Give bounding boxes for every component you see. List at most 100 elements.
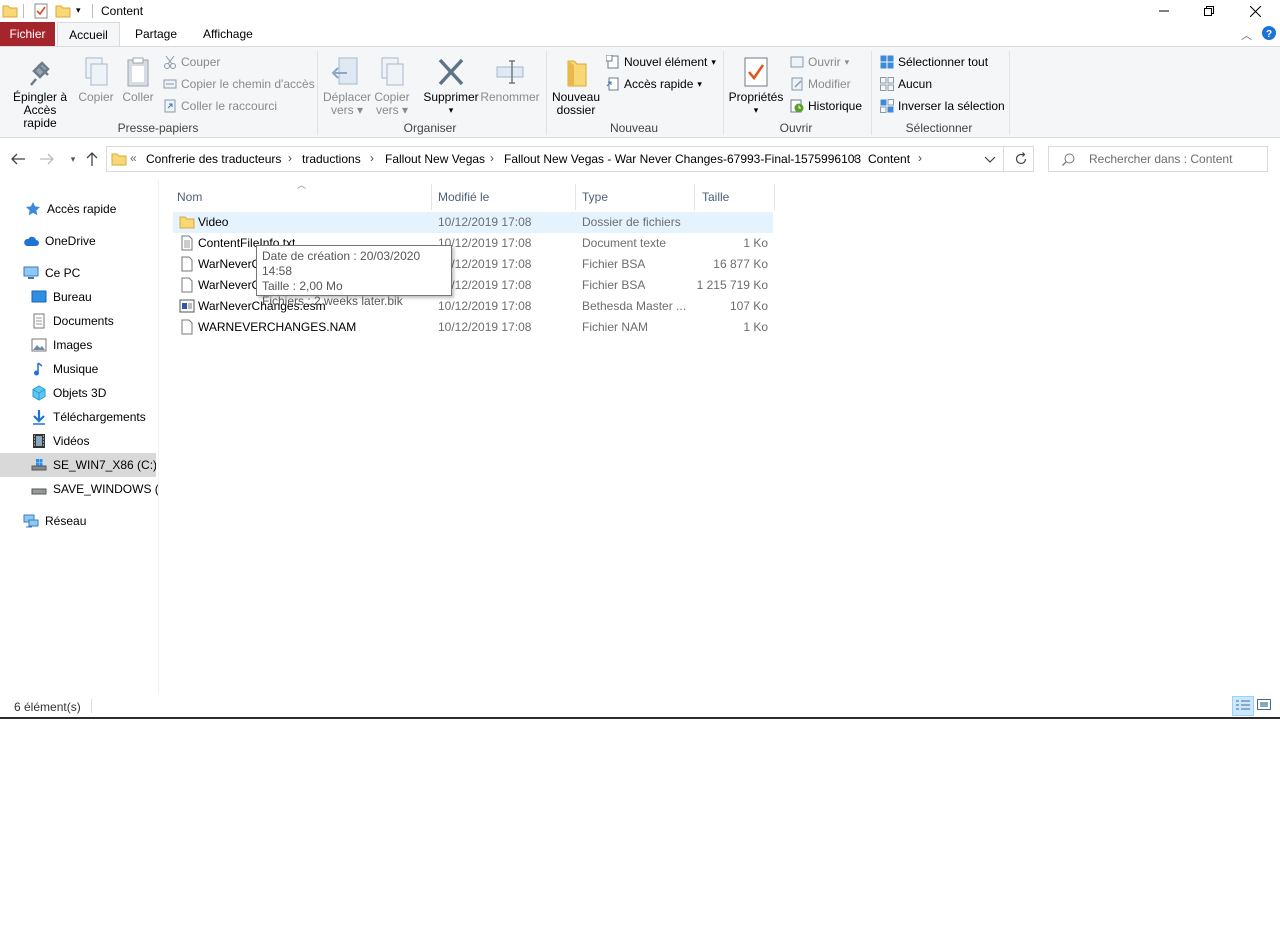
file-modified: 10/12/2019 17:08 bbox=[438, 257, 532, 271]
breadcrumb-item[interactable]: traductions bbox=[302, 152, 361, 166]
copy-path-icon bbox=[163, 77, 177, 91]
pane-splitter[interactable] bbox=[158, 180, 159, 695]
help-icon[interactable]: ? bbox=[1262, 26, 1276, 40]
rename-button[interactable]: Renommer bbox=[480, 57, 540, 104]
ribbon: Épingler à Accès rapide Copier Coller Co… bbox=[0, 46, 1280, 138]
copy-path-button[interactable]: Copier le chemin d'accès bbox=[163, 74, 315, 94]
column-header-modified[interactable]: Modifié le bbox=[431, 184, 576, 210]
search-box[interactable]: Rechercher dans : Content bbox=[1048, 146, 1268, 172]
nav-item-documents[interactable]: Documents bbox=[0, 309, 158, 333]
group-label-new: Nouveau bbox=[609, 121, 659, 135]
file-size: 1 Ko bbox=[743, 320, 768, 334]
details-view-button[interactable] bbox=[1232, 696, 1254, 716]
file-row[interactable]: WARNEVERCHANGES.NAM 10/12/2019 17:08 Fic… bbox=[173, 317, 773, 338]
address-bar[interactable]: « Confrerie des traducteurs › traduction… bbox=[106, 146, 1034, 172]
group-separator bbox=[546, 51, 547, 135]
breadcrumb-separator[interactable]: › bbox=[853, 151, 857, 165]
select-all-label: Sélectionner tout bbox=[898, 55, 989, 69]
forward-button[interactable] bbox=[38, 150, 58, 168]
recent-locations-icon[interactable]: ▾ bbox=[63, 150, 83, 168]
properties-quick-access-icon[interactable] bbox=[33, 3, 49, 19]
breadcrumb-separator[interactable]: › bbox=[288, 151, 292, 165]
address-history-chevron-icon[interactable] bbox=[984, 153, 996, 165]
nav-item-desktop[interactable]: Bureau bbox=[0, 285, 158, 309]
customize-quick-access-icon[interactable]: ▾ bbox=[76, 5, 81, 16]
star-icon bbox=[25, 201, 41, 217]
copy-button[interactable]: Copier bbox=[76, 57, 116, 104]
desktop-icon bbox=[31, 289, 47, 305]
breadcrumb-item[interactable]: Fallout New Vegas - War Never Changes-67… bbox=[504, 152, 861, 166]
nav-item-music[interactable]: Musique bbox=[0, 357, 158, 381]
tab-file[interactable]: Fichier bbox=[0, 22, 55, 46]
paste-shortcut-button[interactable]: Coller le raccourci bbox=[163, 96, 277, 116]
delete-dropdown-icon[interactable]: ▾ bbox=[422, 104, 480, 117]
delete-button[interactable]: Supprimer ▾ bbox=[422, 57, 480, 117]
divider bbox=[23, 4, 24, 18]
history-button[interactable]: Historique bbox=[790, 96, 862, 116]
file-row[interactable]: Video 10/12/2019 17:08 Dossier de fichie… bbox=[173, 212, 773, 233]
music-note-icon bbox=[31, 361, 47, 377]
cut-button[interactable]: Couper bbox=[163, 52, 220, 72]
select-none-button[interactable]: Aucun bbox=[880, 74, 932, 94]
paste-button[interactable]: Coller bbox=[118, 57, 158, 104]
pin-icon bbox=[24, 57, 56, 87]
nav-label: Documents bbox=[53, 314, 114, 328]
open-button[interactable]: Ouvrir ▾ bbox=[790, 52, 849, 72]
nav-item-quick-access[interactable]: Accès rapide bbox=[0, 197, 158, 221]
file-icon bbox=[179, 319, 195, 340]
group-label-open: Ouvrir bbox=[779, 121, 813, 135]
new-folder-button[interactable]: Nouveau dossier bbox=[551, 57, 601, 117]
nav-item-drive-e[interactable]: SAVE_WINDOWS (E: bbox=[0, 477, 158, 501]
pin-quick-access-button[interactable]: Épingler à Accès rapide bbox=[6, 57, 74, 130]
nav-item-videos[interactable]: Vidéos bbox=[0, 429, 158, 453]
column-header-size[interactable]: Taille bbox=[695, 184, 775, 210]
collapse-ribbon-icon[interactable]: ︿ bbox=[1241, 27, 1252, 43]
nav-item-onedrive[interactable]: OneDrive bbox=[0, 229, 158, 253]
edit-label: Modifier bbox=[808, 77, 851, 91]
invert-selection-button[interactable]: Inverser la sélection bbox=[880, 96, 1005, 116]
restore-button[interactable] bbox=[1186, 0, 1232, 22]
back-button[interactable] bbox=[9, 150, 29, 168]
column-header-name[interactable]: Nom bbox=[170, 184, 432, 210]
tab-home[interactable]: Accueil bbox=[57, 22, 120, 46]
refresh-icon[interactable] bbox=[1014, 152, 1028, 166]
breadcrumb-separator[interactable]: › bbox=[370, 151, 374, 165]
nav-item-downloads[interactable]: Téléchargements bbox=[0, 405, 158, 429]
copy-to-button[interactable]: Copier vers ▾ bbox=[370, 57, 414, 117]
move-to-button[interactable]: Déplacer vers ▾ bbox=[322, 57, 372, 117]
cube-icon bbox=[31, 385, 47, 401]
breadcrumb-separator[interactable]: › bbox=[490, 151, 494, 165]
nav-item-network[interactable]: Réseau bbox=[0, 509, 158, 533]
pictures-icon bbox=[31, 337, 47, 353]
minimize-button[interactable] bbox=[1141, 0, 1187, 22]
breadcrumb-item[interactable]: Fallout New Vegas bbox=[385, 152, 485, 166]
drive-icon bbox=[31, 481, 47, 497]
close-button[interactable] bbox=[1232, 0, 1278, 22]
nav-label: Bureau bbox=[53, 290, 92, 304]
easy-access-button[interactable]: Accès rapide ▾ bbox=[606, 74, 702, 94]
edit-button[interactable]: Modifier bbox=[790, 74, 851, 94]
properties-button[interactable]: Propriétés ▾ bbox=[727, 57, 785, 117]
new-folder-quick-access-icon[interactable] bbox=[55, 3, 71, 19]
search-icon bbox=[1062, 153, 1075, 166]
nav-item-pictures[interactable]: Images bbox=[0, 333, 158, 357]
select-all-button[interactable]: Sélectionner tout bbox=[880, 52, 988, 72]
tab-share[interactable]: Partage bbox=[123, 22, 189, 46]
breadcrumb-item[interactable]: Content bbox=[868, 152, 910, 166]
breadcrumb-overflow[interactable]: « bbox=[130, 151, 137, 165]
tab-view[interactable]: Affichage bbox=[191, 22, 265, 46]
breadcrumb-separator[interactable]: › bbox=[918, 151, 922, 165]
properties-dropdown-icon[interactable]: ▾ bbox=[727, 104, 785, 117]
up-button[interactable] bbox=[83, 150, 103, 168]
nav-item-3d-objects[interactable]: Objets 3D bbox=[0, 381, 158, 405]
new-item-button[interactable]: Nouvel élément ▾ bbox=[606, 52, 716, 72]
nav-label: Réseau bbox=[45, 514, 87, 528]
rename-label: Renommer bbox=[480, 90, 540, 104]
breadcrumb-item[interactable]: Confrerie des traducteurs bbox=[146, 152, 281, 166]
nav-item-drive-c[interactable]: SE_WIN7_X86 (C:) bbox=[0, 453, 156, 477]
nav-item-this-pc[interactable]: Ce PC bbox=[0, 261, 158, 285]
paste-shortcut-icon bbox=[163, 99, 177, 113]
large-icons-view-icon[interactable] bbox=[1257, 699, 1271, 711]
title-bar: ▾ Content bbox=[0, 0, 1280, 22]
column-header-type[interactable]: Type bbox=[575, 184, 695, 210]
